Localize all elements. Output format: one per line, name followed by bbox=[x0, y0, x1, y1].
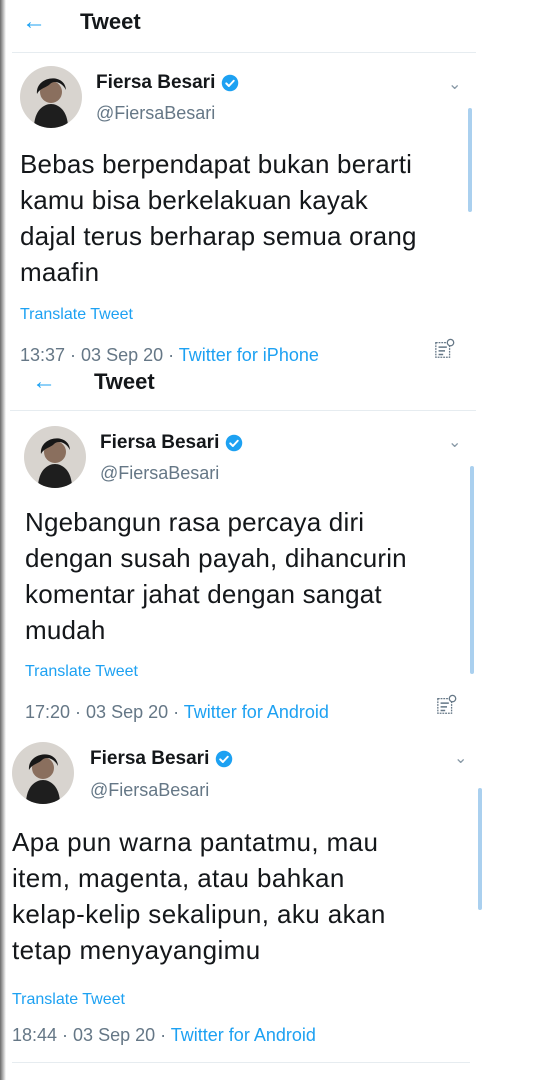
tweet-text: Apa pun warna pantatmu, mau item, magent… bbox=[12, 824, 386, 968]
verified-badge-icon bbox=[226, 434, 243, 452]
tweet-source-link[interactable]: Twitter for Android bbox=[171, 1025, 316, 1045]
tweet-source-link[interactable]: Twitter for Android bbox=[184, 702, 329, 722]
translate-tweet-link[interactable]: Translate Tweet bbox=[12, 991, 125, 1009]
tweet-header: ← Tweet bbox=[22, 4, 141, 40]
scrollbar[interactable] bbox=[478, 788, 482, 910]
tweet-text-line: komentar jahat dengan sangat bbox=[25, 579, 382, 609]
left-edge-shadow bbox=[0, 0, 6, 1080]
tweet-text-line: tetap menyayangimu bbox=[12, 935, 261, 965]
tweet-analytics-icon[interactable] bbox=[436, 694, 458, 716]
author-name[interactable]: Fiersa Besari bbox=[100, 432, 243, 454]
author-name-text: Fiersa Besari bbox=[96, 72, 216, 93]
author-handle[interactable]: @FiersaBesari bbox=[96, 103, 215, 124]
tweet-text-line: dajal terus berharap semua orang bbox=[20, 221, 417, 251]
verified-badge-icon bbox=[216, 750, 233, 768]
header-divider bbox=[12, 52, 476, 53]
tweet-text: Bebas berpendapat bukan berarti kamu bis… bbox=[20, 146, 417, 290]
translate-tweet-link[interactable]: Translate Tweet bbox=[25, 663, 138, 681]
author-name[interactable]: Fiersa Besari bbox=[96, 72, 239, 94]
scrollbar[interactable] bbox=[470, 466, 474, 674]
chevron-down-icon[interactable]: ⌄ bbox=[448, 74, 461, 94]
scrollbar[interactable] bbox=[468, 108, 472, 212]
tweet-text-line: Apa pun warna pantatmu, mau bbox=[12, 827, 379, 857]
back-arrow-icon[interactable]: ← bbox=[32, 370, 56, 394]
tweet-text-line: kelap-kelip sekalipun, aku akan bbox=[12, 899, 386, 929]
tweet-timestamp: 18:44 · 03 Sep 20 · Twitter for Android bbox=[12, 1025, 316, 1046]
chevron-down-icon[interactable]: ⌄ bbox=[454, 748, 467, 768]
tweet-text: Ngebangun rasa percaya diri dengan susah… bbox=[25, 504, 407, 648]
avatar[interactable] bbox=[20, 66, 82, 128]
tweet-text-line: kamu bisa berkelakuan kayak bbox=[20, 185, 368, 215]
tweet-text-line: item, magenta, atau bahkan bbox=[12, 863, 345, 893]
tweet-source-link[interactable]: Twitter for iPhone bbox=[179, 345, 319, 365]
tweet-text-line: mudah bbox=[25, 615, 106, 645]
tweet-text-line: Bebas berpendapat bukan berarti bbox=[20, 149, 413, 179]
header-divider bbox=[10, 410, 476, 411]
avatar[interactable] bbox=[12, 742, 74, 804]
tweet-text-line: maafin bbox=[20, 257, 100, 287]
translate-tweet-link[interactable]: Translate Tweet bbox=[20, 306, 133, 324]
timestamp-text: 13:37 · 03 Sep 20 · bbox=[20, 345, 179, 365]
tweet-divider bbox=[12, 1062, 470, 1063]
author-handle[interactable]: @FiersaBesari bbox=[100, 463, 219, 484]
tweet-timestamp: 13:37 · 03 Sep 20 · Twitter for iPhone bbox=[20, 345, 319, 366]
tweet-header: ← Tweet bbox=[32, 364, 155, 400]
avatar[interactable] bbox=[24, 426, 86, 488]
tweet-text-line: dengan susah payah, dihancurin bbox=[25, 543, 407, 573]
chevron-down-icon[interactable]: ⌄ bbox=[448, 432, 461, 452]
author-name-text: Fiersa Besari bbox=[100, 432, 220, 453]
author-name[interactable]: Fiersa Besari bbox=[90, 748, 233, 770]
tweet-analytics-icon[interactable] bbox=[434, 338, 456, 360]
page-title: Tweet bbox=[94, 369, 155, 394]
author-name-text: Fiersa Besari bbox=[90, 748, 210, 769]
timestamp-text: 18:44 · 03 Sep 20 · bbox=[12, 1025, 171, 1045]
tweet-timestamp: 17:20 · 03 Sep 20 · Twitter for Android bbox=[25, 702, 329, 723]
verified-badge-icon bbox=[222, 74, 239, 92]
page-title: Tweet bbox=[80, 9, 141, 34]
author-handle[interactable]: @FiersaBesari bbox=[90, 780, 209, 801]
tweet-text-line: Ngebangun rasa percaya diri bbox=[25, 507, 365, 537]
back-arrow-icon[interactable]: ← bbox=[22, 10, 46, 34]
timestamp-text: 17:20 · 03 Sep 20 · bbox=[25, 702, 184, 722]
